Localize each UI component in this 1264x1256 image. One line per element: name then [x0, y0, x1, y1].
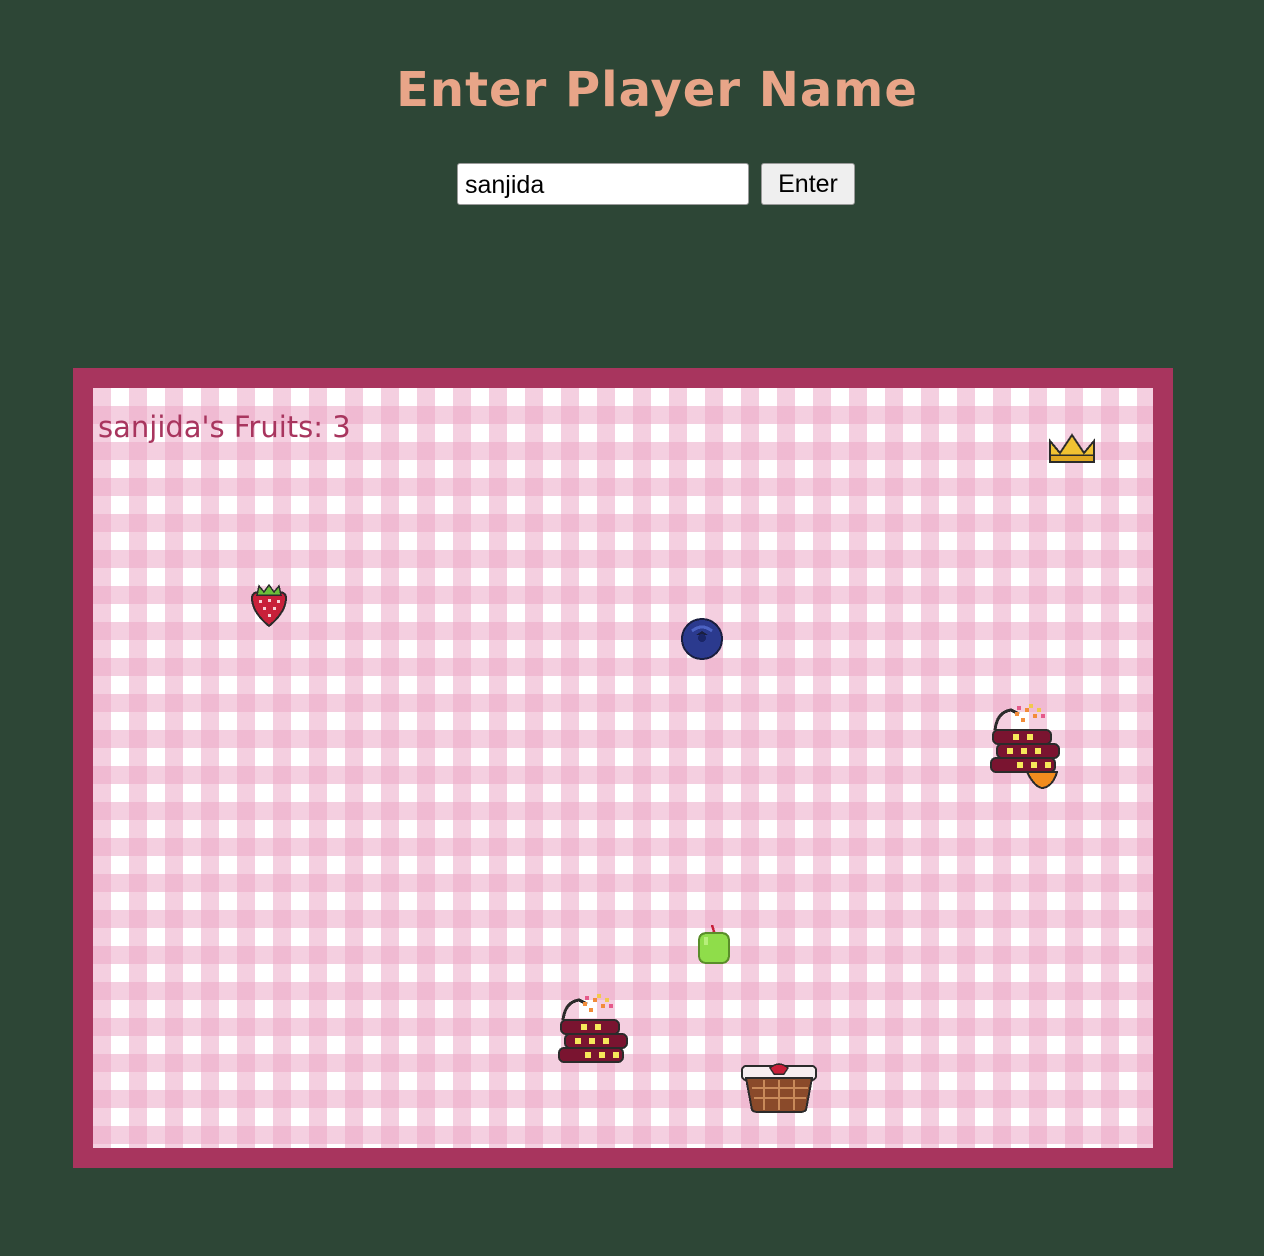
crown-icon: [1048, 431, 1096, 463]
cake-stack-icon: [987, 702, 1067, 794]
picnic-basket-icon: [740, 1062, 818, 1114]
game-frame: sanjida's Fruits: 3: [73, 368, 1173, 1168]
player-name-input[interactable]: [457, 163, 749, 205]
player-name-form: Enter: [457, 163, 855, 205]
green-apple-icon: [696, 923, 732, 967]
blueberry-icon: [680, 617, 724, 661]
page-title: Enter Player Name: [396, 62, 918, 118]
fruit-score: sanjida's Fruits: 3: [98, 410, 351, 444]
game-canvas[interactable]: sanjida's Fruits: 3: [93, 388, 1153, 1148]
enter-button[interactable]: Enter: [761, 163, 855, 205]
strawberry-icon: [248, 584, 290, 628]
cake-stack-icon: [555, 988, 635, 1068]
